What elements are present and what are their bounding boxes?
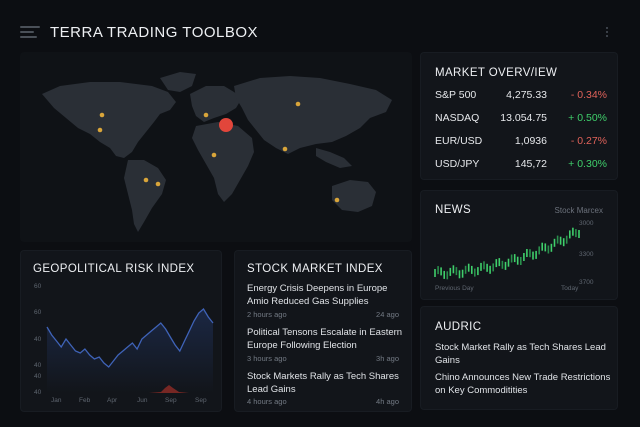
stock-news-ago: 4h ago <box>376 397 399 406</box>
stock-news-time: 2 hours ago <box>247 310 287 319</box>
risk-y-tick: 40 <box>34 389 42 396</box>
event-marker[interactable] <box>203 112 209 118</box>
market-symbol: USD/JPY <box>435 158 480 170</box>
risk-chart[interactable] <box>21 251 223 413</box>
audric-title: AUDRIC <box>435 321 482 333</box>
greenland-shape <box>160 72 196 92</box>
market-value: 4,275.33 <box>506 89 547 101</box>
headline-link[interactable]: Chino Announces New Trade Restrictions o… <box>435 372 611 397</box>
world-map-graphic <box>42 72 392 232</box>
stock-news-headline[interactable]: Energy Crisis Deepens in Europe Amio Red… <box>247 283 407 308</box>
market-row-sp500[interactable]: S&P 500 4,275.33 - 0.34% <box>435 89 607 105</box>
event-marker[interactable] <box>99 112 105 118</box>
headline-link[interactable]: Stock Market Rally as Tech Shares Lead G… <box>435 342 611 367</box>
market-value: 145,72 <box>514 158 547 170</box>
market-overview-panel: MARKET OVERV/IEW S&P 500 4,275.33 - 0.34… <box>420 52 618 180</box>
event-marker[interactable] <box>295 101 301 107</box>
geopolitical-risk-panel: GEOPOLITICAL RISK INDEX 60 60 40 40 40 4… <box>20 250 222 412</box>
hamburger-menu-icon[interactable] <box>20 26 40 38</box>
event-marker[interactable] <box>97 127 103 133</box>
africa-shape <box>192 122 254 202</box>
stock-news-headline[interactable]: Stock Markets Rally as Tech Shares Lead … <box>247 371 407 396</box>
event-marker[interactable] <box>143 177 149 183</box>
stock-news-headline[interactable]: Political Tensons Escalate in Eastern Eu… <box>247 327 407 352</box>
southeast-asia-shape <box>316 148 352 168</box>
market-change: - 0.27% <box>570 135 607 147</box>
risk-y-tick: 60 <box>34 309 42 316</box>
market-value: 1,0936 <box>514 135 547 147</box>
risk-area <box>47 309 213 393</box>
market-row-usdjpy[interactable]: USD/JPY 145,72 + 0.30% <box>435 158 607 174</box>
market-change: + 0.30% <box>568 158 607 170</box>
stock-market-index-panel: STOCK MARKET INDEX Energy Crisis Deepens… <box>234 250 412 412</box>
risk-x-tick: Jun <box>137 397 148 404</box>
event-marker[interactable] <box>282 146 288 152</box>
market-change: - 0.34% <box>570 89 607 101</box>
risk-y-tick: 60 <box>34 283 42 290</box>
risk-x-tick: Jan <box>51 397 62 404</box>
market-change: + 0.50% <box>568 112 607 124</box>
risk-y-tick: 40 <box>34 373 42 380</box>
app-title: TERRA TRADING TOOLBOX <box>50 24 259 41</box>
market-row-eurusd[interactable]: EUR/USD 1,0936 - 0.27% <box>435 135 607 151</box>
risk-x-tick: Sep <box>195 397 207 404</box>
risk-y-tick: 40 <box>34 336 42 343</box>
more-options-icon[interactable] <box>606 27 612 37</box>
stock-news-time: 4 hours ago <box>247 397 287 406</box>
news-x-label: Today <box>561 285 579 292</box>
asia-shape <box>234 76 392 154</box>
news-y-tick: 3300 <box>579 251 594 258</box>
risk-y-tick: 40 <box>34 362 42 369</box>
south-america-shape <box>124 160 166 232</box>
news-y-tick: 3700 <box>579 279 594 286</box>
north-america-shape <box>42 82 176 158</box>
risk-x-tick: Sep <box>165 397 177 404</box>
world-map[interactable] <box>20 52 412 242</box>
news-y-tick: 3000 <box>579 220 594 227</box>
risk-x-tick: Apr <box>107 397 118 404</box>
stock-news-time: 3 hours ago <box>247 354 287 363</box>
market-symbol: S&P 500 <box>435 89 477 101</box>
news-panel[interactable]: NEWS Stock Marcex 3000 3300 3700 Previou… <box>420 190 618 300</box>
alert-hotspot-marker[interactable] <box>219 118 233 132</box>
event-marker[interactable] <box>155 181 161 187</box>
europe-shape <box>190 86 242 122</box>
market-symbol: EUR/USD <box>435 135 483 147</box>
risk-x-tick: Feb <box>79 397 91 404</box>
market-row-nasdaq[interactable]: NASDAQ 13.054.75 + 0.50% <box>435 112 607 128</box>
stock-news-ago: 24 ago <box>376 310 399 319</box>
market-value: 13.054.75 <box>500 112 547 124</box>
stock-index-title: STOCK MARKET INDEX <box>247 263 383 275</box>
top-bar: TERRA TRADING TOOLBOX <box>0 0 640 52</box>
market-overview-title: MARKET OVERV/IEW <box>435 67 558 79</box>
news-x-label: Previous Day <box>435 285 474 292</box>
event-marker[interactable] <box>211 152 217 158</box>
audric-panel: AUDRIC Stock Market Rally as Tech Shares… <box>420 306 618 410</box>
event-marker[interactable] <box>334 197 340 203</box>
stock-news-ago: 3h ago <box>376 354 399 363</box>
australia-shape <box>332 180 376 212</box>
market-symbol: NASDAQ <box>435 112 480 124</box>
